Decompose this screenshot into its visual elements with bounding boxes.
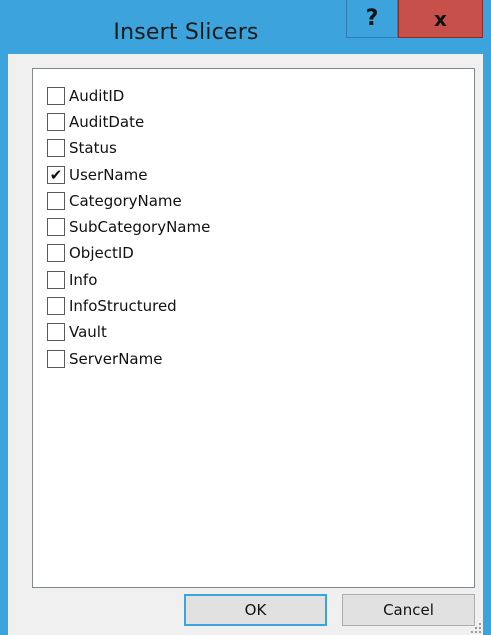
list-item-username[interactable]: ✔ UserName <box>47 164 147 186</box>
list-item-auditid[interactable]: AuditID <box>47 85 124 107</box>
checkbox[interactable] <box>47 297 65 315</box>
checkbox[interactable] <box>47 350 65 368</box>
checkbox[interactable]: ✔ <box>47 166 65 184</box>
list-item-label: Status <box>69 139 117 157</box>
list-item-label: CategoryName <box>69 192 182 210</box>
list-item-label: ServerName <box>69 350 163 368</box>
list-item-label: ObjectID <box>69 244 134 262</box>
checkbox[interactable] <box>47 218 65 236</box>
ok-button[interactable]: OK <box>184 594 327 626</box>
list-item-servername[interactable]: ServerName <box>47 348 162 370</box>
check-icon: ✔ <box>49 165 63 184</box>
close-button[interactable]: x <box>398 0 483 38</box>
list-item-label: SubCategoryName <box>69 218 211 236</box>
checkbox[interactable] <box>47 271 65 289</box>
checkbox[interactable] <box>47 323 65 341</box>
list-item-categoryname[interactable]: CategoryName <box>47 190 182 212</box>
list-item-label: UserName <box>69 166 148 184</box>
list-item-label: AuditDate <box>69 113 145 131</box>
list-item-auditdate[interactable]: AuditDate <box>47 111 144 133</box>
list-item-label: Info <box>69 271 98 289</box>
checkbox[interactable] <box>47 244 65 262</box>
list-item-objectid[interactable]: ObjectID <box>47 242 134 264</box>
list-item-status[interactable]: Status <box>47 137 117 159</box>
field-list[interactable]: AuditID AuditDate Status ✔ UserName Cate… <box>32 68 475 588</box>
dialog-title: Insert Slicers <box>113 20 259 45</box>
list-item-vault[interactable]: Vault <box>47 321 107 343</box>
insert-slicers-dialog: Insert Slicers ? x AuditID AuditDate Sta… <box>0 0 491 635</box>
dialog-body: AuditID AuditDate Status ✔ UserName Cate… <box>8 54 483 635</box>
help-button[interactable]: ? <box>346 0 398 38</box>
list-item-infostructured[interactable]: InfoStructured <box>47 295 177 317</box>
cancel-button[interactable]: Cancel <box>342 594 475 626</box>
title-bar[interactable]: Insert Slicers ? x <box>0 0 491 54</box>
checkbox[interactable] <box>47 192 65 210</box>
checkbox[interactable] <box>47 113 65 131</box>
checkbox[interactable] <box>47 87 65 105</box>
close-icon: x <box>434 6 447 31</box>
list-item-label: AuditID <box>69 87 125 105</box>
list-item-info[interactable]: Info <box>47 269 97 291</box>
checkbox[interactable] <box>47 139 65 157</box>
resize-grip-icon[interactable] <box>469 621 481 633</box>
list-item-label: Vault <box>69 323 107 341</box>
help-icon: ? <box>365 6 379 31</box>
list-item-subcategoryname[interactable]: SubCategoryName <box>47 216 210 238</box>
list-item-label: InfoStructured <box>69 297 177 315</box>
